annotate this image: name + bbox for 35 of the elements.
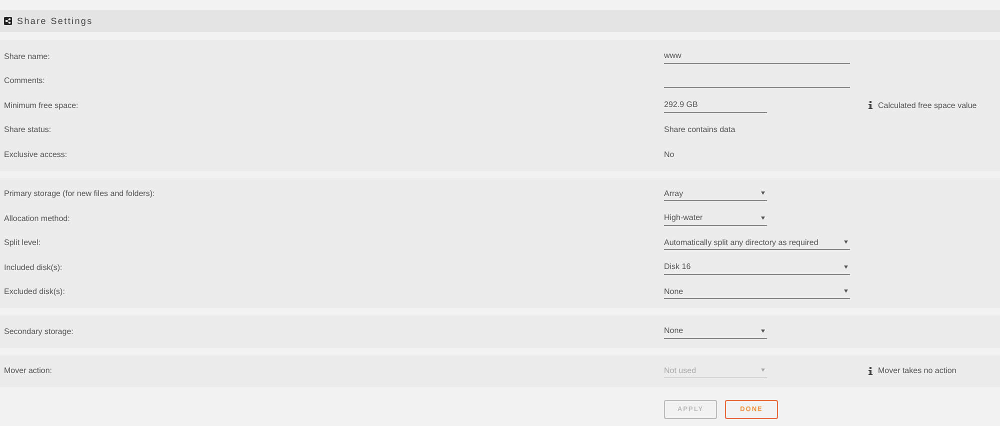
field-label: Share name:	[3, 52, 50, 61]
status-text: No	[664, 150, 674, 159]
info-icon	[868, 101, 873, 110]
field-label: Secondary storage:	[3, 326, 74, 336]
text-field[interactable]: 292.9 GB	[664, 98, 767, 113]
dropdown[interactable]: None	[664, 284, 850, 300]
help-text: Calculated free space value	[878, 100, 977, 110]
caret-icon	[761, 191, 765, 196]
caret-icon	[844, 289, 848, 294]
field-label: Allocation method:	[3, 214, 70, 223]
text-field[interactable]: www	[664, 48, 850, 64]
share-icon	[4, 17, 12, 25]
field-label: Minimum free space:	[3, 100, 78, 110]
status-text: Share contains data	[664, 125, 736, 134]
section-title: Share Settings	[17, 16, 93, 26]
info-icon	[868, 366, 873, 375]
field-label: Exclusive access:	[3, 150, 68, 159]
field-label: Share status:	[3, 125, 52, 134]
caret-icon	[844, 240, 848, 244]
dropdown[interactable]: None	[664, 324, 767, 339]
dropdown[interactable]: Automatically split any directory as required	[664, 235, 850, 250]
caret-icon	[761, 368, 765, 372]
field-label: Split level:	[3, 238, 40, 248]
dropdown[interactable]: High-water	[664, 210, 767, 226]
caret-icon	[844, 264, 848, 269]
field-label: Included disk(s):	[3, 262, 62, 272]
field-label: Excluded disk(s):	[3, 287, 65, 296]
caret-icon	[761, 216, 765, 220]
dropdown[interactable]: Array	[664, 186, 767, 202]
field-label: Primary storage (for new files and folders):	[3, 189, 155, 198]
dropdown[interactable]: Disk 16	[664, 260, 850, 275]
help-text: Mover takes no action	[878, 366, 956, 376]
caret-icon	[761, 328, 765, 333]
field-label: Mover action:	[3, 366, 52, 376]
field-label: Comments:	[3, 76, 45, 86]
